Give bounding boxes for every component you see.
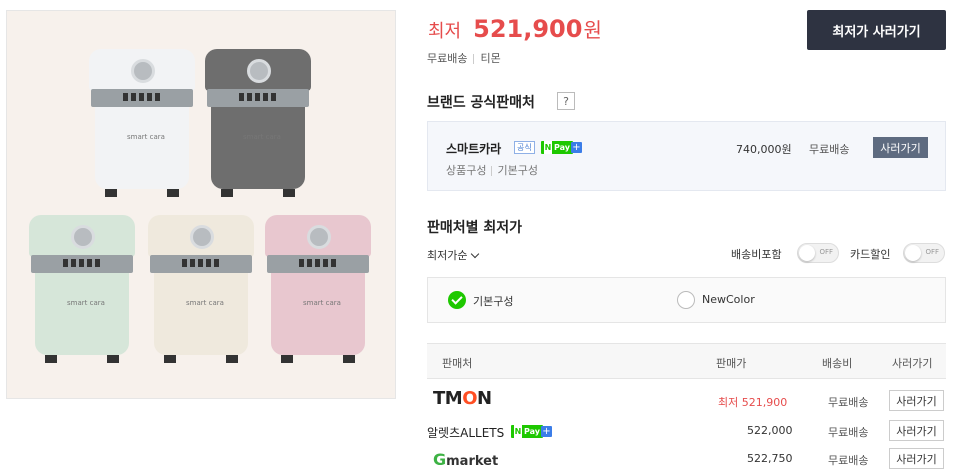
- check-icon[interactable]: [448, 291, 466, 309]
- chevron-down-icon: [471, 249, 480, 258]
- table-row: 알렛츠ALLETS N Pay + 522,000 무료배송 사러가기: [427, 416, 946, 446]
- lowest-seller: 티몬: [480, 52, 501, 65]
- table-row: TMON 최저 521,900 무료배송 사러가기: [427, 386, 946, 416]
- official-buy-button[interactable]: 사러가기: [873, 137, 928, 158]
- row-price: 522,750: [747, 452, 793, 465]
- official-shipping: 무료배송: [809, 143, 850, 156]
- npay-plus-icon: +: [571, 142, 582, 153]
- row-price: 522,000: [747, 424, 793, 437]
- product-image: smart cara smart cara smart cara smart c…: [6, 10, 396, 399]
- table-row: Gmarket 522,750 무료배송 사러가기: [427, 444, 946, 474]
- seller-table-header: 판매처 판매가 배송비 사러가기: [427, 343, 946, 379]
- official-seller-name[interactable]: 스마트카라: [446, 140, 501, 157]
- sort-dropdown[interactable]: 최저가순: [427, 247, 480, 263]
- shipping-info: 무료배송 티몬: [427, 50, 501, 66]
- npay-icon: N Pay: [511, 425, 544, 438]
- buy-lowest-button[interactable]: 최저가 사러가기: [807, 10, 946, 50]
- shipping-included-toggle[interactable]: OFF: [797, 243, 839, 263]
- shipping-included-label: 배송비포함: [731, 248, 782, 261]
- lowest-price: 최저 521,900 원: [428, 14, 602, 46]
- price-value: 521,900: [473, 15, 583, 43]
- col-seller: 판매처: [442, 357, 473, 370]
- tmon-logo[interactable]: TMON: [433, 388, 492, 409]
- help-icon[interactable]: ?: [557, 92, 575, 110]
- sort-label: 최저가순: [427, 249, 468, 262]
- row-seller-name[interactable]: 알렛츠ALLETS: [427, 424, 504, 441]
- official-seller-box: 스마트카라 공식 N Pay + 상품구성 기본구성 740,000원 무료배송 사…: [427, 121, 946, 191]
- col-price: 판매가: [716, 357, 747, 370]
- npay-icon: N Pay: [541, 141, 574, 154]
- appliance-cream: smart cara: [148, 215, 254, 365]
- radio-unchecked-icon[interactable]: [677, 291, 695, 309]
- card-discount-label: 카드할인: [850, 248, 891, 261]
- row-buy-button[interactable]: 사러가기: [889, 420, 944, 441]
- appliance-white: smart cara: [89, 49, 195, 199]
- appliance-green: smart cara: [29, 215, 135, 365]
- official-options: 상품구성 기본구성: [446, 164, 538, 177]
- row-buy-button[interactable]: 사러가기: [889, 448, 944, 469]
- row-shipping: 무료배송: [828, 426, 869, 439]
- col-shipping: 배송비: [822, 357, 853, 370]
- row-shipping: 무료배송: [828, 454, 869, 467]
- appliance-pink: smart cara: [265, 215, 371, 365]
- option-newcolor[interactable]: NewColor: [702, 293, 755, 306]
- price-unit: 원: [583, 18, 602, 42]
- option-selector: 기본구성 NewColor: [427, 277, 946, 323]
- row-buy-button[interactable]: 사러가기: [889, 390, 944, 411]
- official-badge: 공식: [514, 141, 535, 154]
- row-price: 최저 521,900: [718, 396, 788, 409]
- gmarket-logo[interactable]: Gmarket: [433, 450, 498, 469]
- col-buy: 사러가기: [892, 357, 933, 370]
- official-price: 740,000원: [736, 143, 792, 156]
- official-seller-title: 브랜드 공식판매처: [427, 95, 535, 111]
- lowest-label: 최저: [428, 21, 462, 42]
- seller-section-title: 판매처별 최저가: [427, 220, 523, 236]
- shipping-text: 무료배송: [427, 52, 468, 65]
- npay-plus-icon: +: [541, 426, 552, 437]
- row-shipping: 무료배송: [828, 396, 869, 409]
- option-basic[interactable]: 기본구성: [473, 293, 513, 309]
- card-discount-toggle[interactable]: OFF: [903, 243, 945, 263]
- appliance-gray: smart cara: [205, 49, 311, 199]
